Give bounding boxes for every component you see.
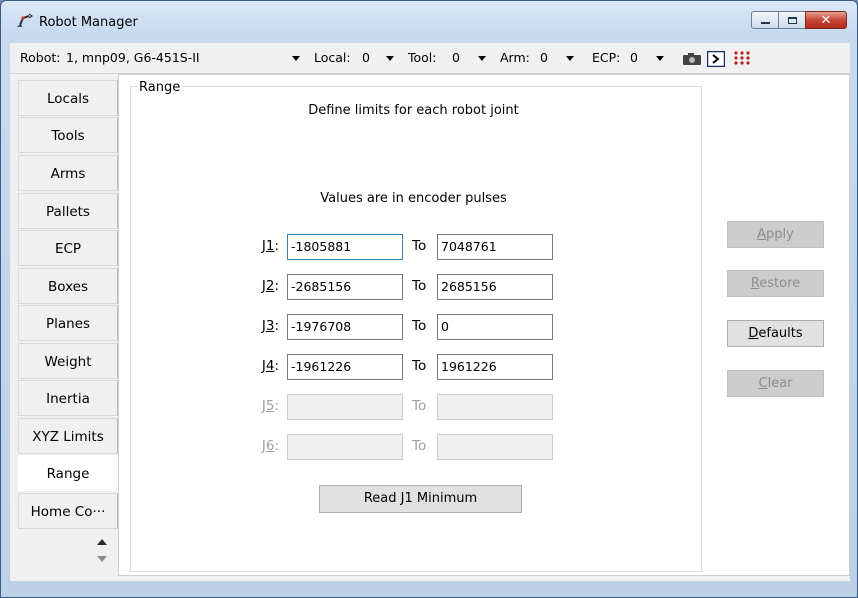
defaults-button[interactable]: Defaults (727, 320, 824, 347)
minimize-button[interactable] (751, 11, 779, 29)
toolbar: Robot: 1, mnp09, G6-451S-II Local: 0 Too… (10, 43, 850, 74)
tool-select[interactable]: 0 (452, 50, 460, 65)
j4-max-input[interactable]: 1961226 (437, 354, 553, 380)
arm-select[interactable]: 0 (540, 50, 548, 65)
tab-range[interactable]: Range (18, 455, 118, 491)
ecp-dropdown-chevron-icon[interactable] (656, 56, 664, 61)
j6-max-input[interactable] (437, 434, 553, 460)
j5-min-input[interactable] (287, 394, 403, 420)
ecp-label: ECP: (592, 50, 621, 65)
to-label: To (412, 358, 427, 374)
tab-xyz-limits[interactable]: XYZ Limits (18, 418, 118, 454)
robot-arm-icon (17, 13, 33, 27)
tab-inertia[interactable]: Inertia (18, 380, 118, 416)
read-j1-minimum-button[interactable]: Read J1 Minimum (319, 485, 522, 513)
j4-min-input[interactable]: -1961226 (287, 354, 403, 380)
camera-icon[interactable] (682, 52, 702, 66)
ecp-select[interactable]: 0 (630, 50, 638, 65)
group-title: Range (137, 80, 183, 95)
j1-max-input[interactable]: 7048761 (437, 234, 553, 260)
tab-boxes[interactable]: Boxes (18, 268, 118, 304)
close-button[interactable]: ✕ (805, 11, 847, 29)
description-text: Define limits for each robot joint (308, 103, 519, 118)
tool-label: Tool: (408, 50, 437, 65)
tab-planes[interactable]: Planes (18, 305, 118, 341)
tab-tools[interactable]: Tools (18, 117, 118, 153)
title-bar[interactable]: Robot Manager ✕ (1, 1, 857, 37)
tab-locals[interactable]: Locals (18, 80, 118, 116)
joint-label: J6: (261, 438, 279, 454)
j2-max-input[interactable]: 2685156 (437, 274, 553, 300)
j6-min-input[interactable] (287, 434, 403, 460)
robot-select[interactable]: 1, mnp09, G6-451S-II (66, 50, 200, 65)
tab-ecp[interactable]: ECP (18, 230, 118, 266)
local-dropdown-chevron-icon[interactable] (386, 56, 394, 61)
to-label: To (412, 318, 427, 334)
to-label: To (412, 398, 427, 414)
local-label: Local: (314, 50, 351, 65)
scroll-down-icon[interactable] (97, 556, 107, 562)
robot-dropdown-chevron-icon[interactable] (292, 56, 300, 61)
close-icon: ✕ (820, 12, 832, 28)
clear-button[interactable]: Clear (727, 370, 824, 397)
minimize-icon (760, 22, 770, 24)
maximize-icon (787, 16, 797, 24)
arm-label: Arm: (500, 50, 530, 65)
io-monitor-icon[interactable] (732, 50, 752, 68)
joint-label: J5: (261, 398, 279, 414)
j3-min-input[interactable]: -1976708 (287, 314, 403, 340)
to-label: To (412, 438, 427, 454)
joint-label: J1: (261, 238, 279, 254)
tab-pallets[interactable]: Pallets (18, 193, 118, 229)
j3-max-input[interactable]: 0 (437, 314, 553, 340)
tab-scroll-buttons[interactable] (96, 536, 108, 566)
tab-arms[interactable]: Arms (18, 155, 118, 191)
local-select[interactable]: 0 (362, 50, 370, 65)
arm-dropdown-chevron-icon[interactable] (566, 56, 574, 61)
maximize-button[interactable] (778, 11, 806, 29)
window-title: Robot Manager (39, 15, 138, 30)
to-label: To (412, 238, 427, 254)
scroll-up-icon[interactable] (97, 539, 107, 545)
restore-button[interactable]: Restore (727, 270, 824, 297)
caption-buttons: ✕ (751, 11, 847, 29)
j1-min-input[interactable]: -1805881 (287, 234, 403, 260)
robot-manager-window: Robot Manager ✕ Robot: 1, mnp09, G6-451S… (0, 0, 858, 598)
apply-button[interactable]: Apply (727, 221, 824, 248)
joint-label: J2: (261, 278, 279, 294)
tab-weight[interactable]: Weight (18, 343, 118, 379)
units-note: Values are in encoder pulses (320, 191, 507, 206)
terminal-icon[interactable] (707, 51, 725, 67)
tool-dropdown-chevron-icon[interactable] (478, 56, 486, 61)
j2-min-input[interactable]: -2685156 (287, 274, 403, 300)
to-label: To (412, 278, 427, 294)
robot-label: Robot: (20, 50, 61, 65)
tab-home-config[interactable]: Home Co··· (18, 493, 118, 529)
joint-label: J3: (261, 318, 279, 334)
j5-max-input[interactable] (437, 394, 553, 420)
joint-label: J4: (261, 358, 279, 374)
